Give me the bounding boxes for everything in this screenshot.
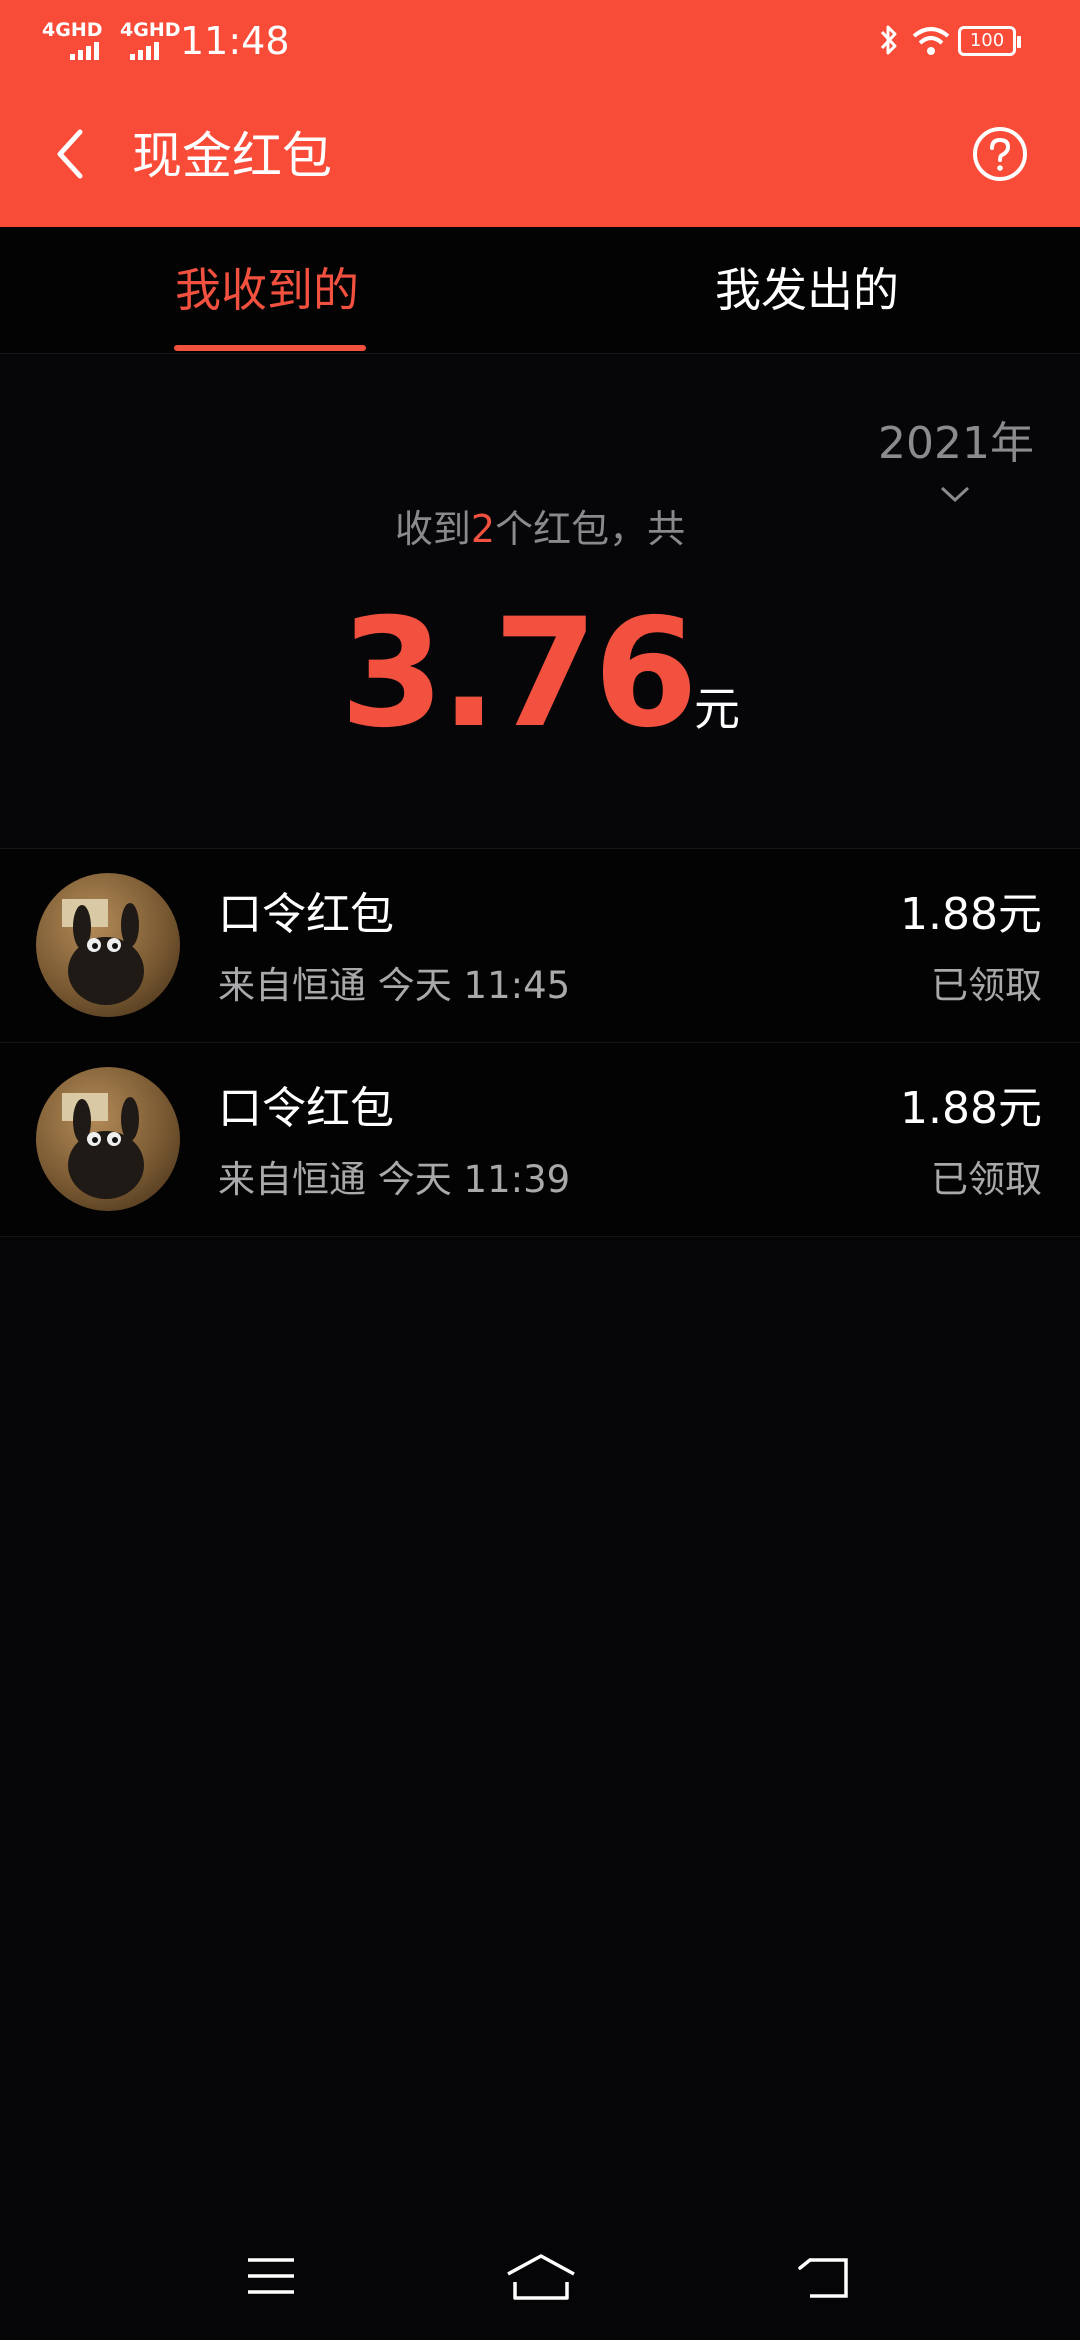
help-icon[interactable] (971, 125, 1029, 183)
wifi-icon (912, 27, 950, 55)
item-amount: 1.88元 (900, 1083, 1042, 1134)
active-tab-indicator (174, 345, 366, 351)
total-amount: 3.76 (339, 587, 698, 761)
summary-panel: 2021年 收到2个红包，共 3.76元 (0, 354, 1080, 846)
total-amount-block: 3.76元 (0, 579, 1080, 769)
tab-bar: 我收到的 我发出的 (0, 227, 1080, 354)
signal-icon: 4GHD (42, 20, 103, 40)
chevron-down-icon[interactable] (940, 484, 970, 504)
system-nav-bar (0, 2220, 1080, 2340)
app-header: 4GHD 4GHD 11:48 100 现金红包 (0, 0, 1080, 227)
item-status: 已领取 (931, 1158, 1042, 1201)
avatar (36, 1067, 180, 1211)
item-title: 口令红包 (218, 889, 394, 940)
tab-received[interactable]: 我收到的 (175, 255, 359, 325)
signal-label-1: 4GHD (42, 19, 103, 41)
total-unit: 元 (694, 682, 741, 736)
signal-label-2: 4GHD (120, 19, 181, 41)
status-bar: 4GHD 4GHD 11:48 100 (0, 0, 1080, 84)
summary-text: 收到2个红包，共 (0, 504, 1080, 554)
battery-icon: 100 (958, 26, 1021, 56)
item-status: 已领取 (931, 964, 1042, 1007)
avatar-image-icon (62, 1093, 144, 1199)
tab-sent[interactable]: 我发出的 (715, 255, 899, 325)
summary-count: 2 (470, 507, 496, 551)
avatar-image-icon (62, 899, 144, 1005)
summary-suffix: 个红包，共 (495, 507, 686, 551)
item-title: 口令红包 (218, 1083, 394, 1134)
home-icon[interactable] (505, 2252, 577, 2302)
year-selector[interactable]: 2021年 (878, 414, 1034, 474)
back-arrow-icon[interactable] (50, 124, 90, 184)
signal-icon: 4GHD (120, 20, 181, 40)
item-subtitle: 来自恒通 今天 11:39 (218, 1158, 571, 1201)
back-icon[interactable] (796, 2254, 852, 2300)
list-item[interactable]: 口令红包 来自恒通 今天 11:45 1.88元 已领取 (0, 848, 1080, 1042)
bluetooth-icon (880, 25, 897, 55)
battery-level: 100 (969, 30, 1005, 51)
item-amount: 1.88元 (900, 889, 1042, 940)
status-time: 11:48 (180, 19, 290, 63)
avatar (36, 873, 180, 1017)
list-item[interactable]: 口令红包 来自恒通 今天 11:39 1.88元 已领取 (0, 1042, 1080, 1237)
signal-bars-icon (130, 42, 159, 60)
signal-bars-icon (70, 42, 99, 60)
item-subtitle: 来自恒通 今天 11:45 (218, 964, 571, 1007)
page-title: 现金红包 (132, 127, 332, 185)
summary-prefix: 收到 (394, 507, 471, 551)
menu-icon[interactable] (246, 2256, 296, 2296)
